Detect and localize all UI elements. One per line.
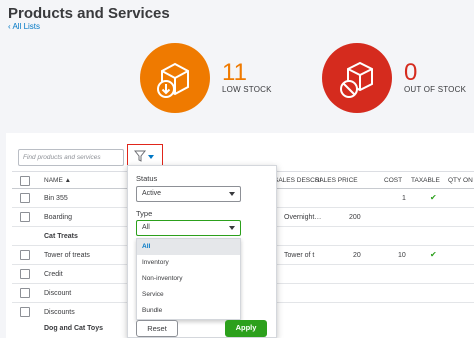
out-of-stock-label: OUT OF STOCK xyxy=(404,85,467,94)
col-sales-price[interactable]: SALES PRICE xyxy=(315,177,358,184)
search-input[interactable]: Find products and services xyxy=(18,149,124,166)
row-name: Discount xyxy=(44,290,72,297)
select-all-checkbox[interactable] xyxy=(20,176,30,186)
low-stock-label: LOW STOCK xyxy=(222,85,272,94)
row-desc: Overnight… xyxy=(284,214,322,221)
row-checkbox[interactable] xyxy=(20,193,30,203)
page-title: Products and Services xyxy=(8,5,170,22)
all-lists-link-label: All Lists xyxy=(12,22,41,31)
row-name: Boarding xyxy=(44,214,73,221)
row-name: Tower of treats xyxy=(44,252,90,259)
row-desc: Tower of t xyxy=(284,252,315,259)
col-name[interactable]: NAME ▲ xyxy=(44,177,71,184)
row-name: Discounts xyxy=(44,309,75,316)
group-name: Dog and Cat Toys xyxy=(44,325,103,332)
row-checkbox[interactable] xyxy=(20,307,30,317)
row-cost: 1 xyxy=(402,195,406,202)
row-name: Bin 355 xyxy=(44,195,68,202)
type-option-service[interactable]: Service xyxy=(137,287,240,303)
taxable-check-icon: ✔ xyxy=(430,193,437,202)
col-cost[interactable]: COST xyxy=(384,177,402,184)
row-checkbox[interactable] xyxy=(20,250,30,260)
row-checkbox[interactable] xyxy=(20,212,30,222)
all-lists-link[interactable]: ‹ All Lists xyxy=(8,22,40,31)
apply-button[interactable]: Apply xyxy=(225,320,267,337)
box-down-arrow-icon xyxy=(140,43,210,113)
row-price: 20 xyxy=(353,252,361,259)
row-price: 200 xyxy=(349,214,361,221)
type-option-inventory[interactable]: Inventory xyxy=(137,255,240,271)
status-select-value: Active xyxy=(142,190,162,197)
type-option-all[interactable]: All xyxy=(137,239,240,255)
filter-button[interactable] xyxy=(127,144,163,167)
row-checkbox[interactable] xyxy=(20,288,30,298)
status-label: Status xyxy=(136,174,158,183)
group-name: Cat Treats xyxy=(44,233,78,240)
col-taxable[interactable]: TAXABLE xyxy=(411,177,440,184)
type-select-value: All xyxy=(142,224,150,231)
low-stock-count: 11 xyxy=(222,59,247,86)
out-of-stock-count: 0 xyxy=(404,59,418,86)
type-option-non-inventory[interactable]: Non-inventory xyxy=(137,271,240,287)
box-no-icon xyxy=(322,43,392,113)
filter-icon xyxy=(134,150,154,162)
row-name: Credit xyxy=(44,271,63,278)
row-cost: 10 xyxy=(398,252,406,259)
status-select[interactable]: Active xyxy=(136,186,241,202)
chevron-down-icon xyxy=(229,226,235,230)
col-qty-on-hand[interactable]: QTY ON xyxy=(448,177,473,184)
chevron-down-icon xyxy=(229,192,235,196)
row-checkbox[interactable] xyxy=(20,269,30,279)
type-select[interactable]: All xyxy=(136,220,241,236)
filter-dropdown: Status Active Type All All Inventory Non… xyxy=(127,165,277,338)
type-option-bundle[interactable]: Bundle xyxy=(137,303,240,319)
reset-button[interactable]: Reset xyxy=(136,320,178,337)
type-options-list: All Inventory Non-inventory Service Bund… xyxy=(136,238,241,320)
type-label: Type xyxy=(136,209,153,218)
taxable-check-icon: ✔ xyxy=(430,250,437,259)
